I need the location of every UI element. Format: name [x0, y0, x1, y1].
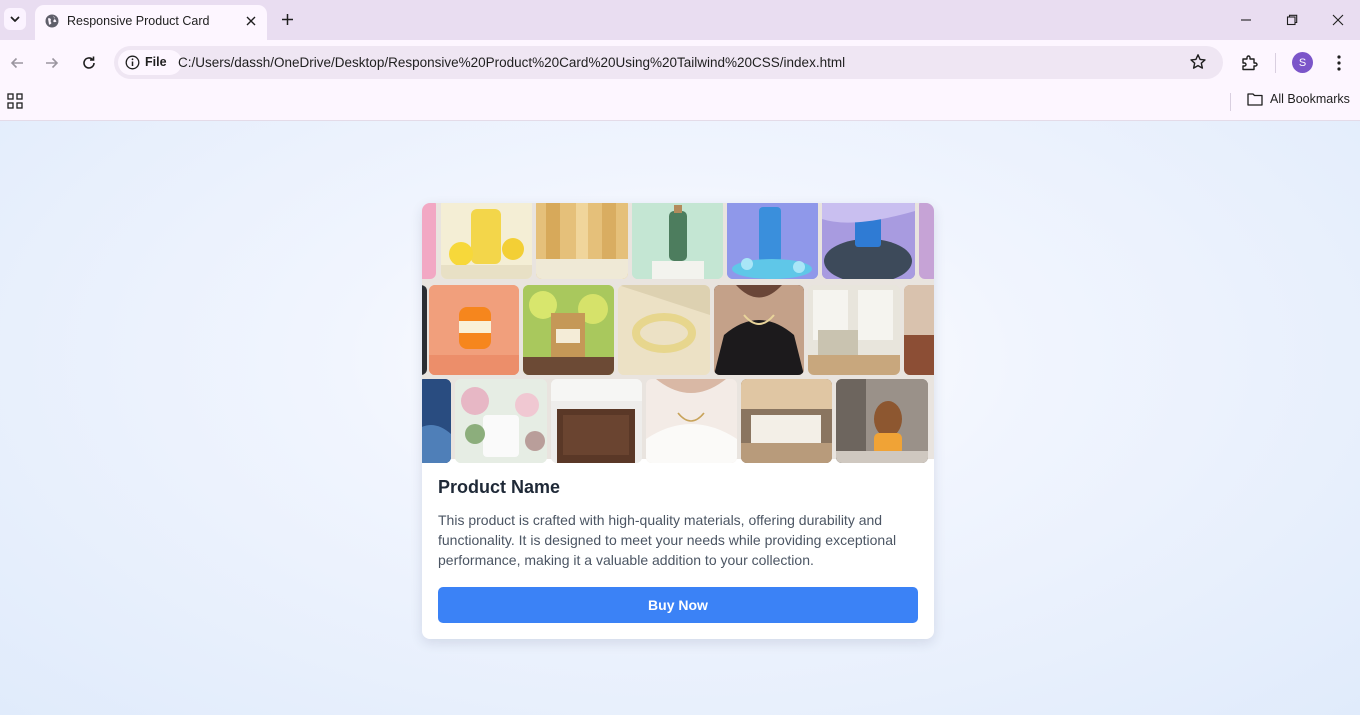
product-description: This product is crafted with high-qualit… [438, 512, 897, 568]
browser-toolbar: File C:/Users/dassh/OneDrive/Desktop/Res… [0, 40, 1360, 85]
profile-avatar[interactable]: S [1292, 52, 1313, 73]
forward-button[interactable] [41, 52, 63, 74]
restore-button[interactable] [1282, 10, 1302, 30]
product-name: Product Name [438, 477, 561, 497]
collage-tile [904, 285, 934, 375]
collage-tile [536, 203, 628, 279]
reload-button[interactable] [78, 52, 100, 74]
collage-tile [822, 203, 915, 279]
close-window-button[interactable] [1328, 10, 1348, 30]
toolbar-divider [1275, 53, 1276, 73]
folder-icon [1247, 93, 1263, 106]
browser-tab[interactable]: Responsive Product Card [35, 5, 267, 40]
product-image [422, 203, 934, 463]
collage-tile [455, 379, 547, 463]
all-bookmarks-label: All Bookmarks [1270, 92, 1350, 106]
tab-close-button[interactable] [242, 12, 260, 30]
chevron-down-icon [10, 16, 20, 22]
reload-icon [83, 56, 95, 69]
collage-tile [429, 285, 519, 375]
collage-tile [836, 379, 928, 463]
collage-tile [632, 203, 723, 279]
extensions-button[interactable] [1238, 52, 1260, 74]
apps-grid-icon[interactable] [7, 93, 23, 109]
all-bookmarks-button[interactable]: All Bookmarks [1247, 92, 1350, 106]
tab-title: Responsive Product Card [67, 14, 210, 28]
buy-now-button[interactable]: Buy Now [438, 587, 918, 623]
url-text[interactable]: C:/Users/dassh/OneDrive/Desktop/Responsi… [178, 55, 845, 70]
arrow-left-icon [10, 57, 23, 69]
info-icon [125, 55, 140, 70]
product-card: Product Name This product is crafted wit… [422, 203, 934, 639]
bookmark-star-icon[interactable] [1189, 53, 1207, 71]
collage-tile [523, 285, 614, 375]
card-body: Product Name This product is crafted wit… [438, 477, 918, 570]
address-bar[interactable]: File C:/Users/dassh/OneDrive/Desktop/Res… [114, 46, 1223, 79]
collage-tile [422, 285, 427, 375]
collage-tile [441, 203, 532, 279]
arrow-right-icon [46, 57, 59, 69]
page-viewport: Product Name This product is crafted wit… [0, 121, 1360, 715]
browser-menu-button[interactable] [1328, 52, 1350, 74]
collage-tile [646, 379, 737, 463]
collage-tile [551, 379, 642, 463]
collage-tile [808, 285, 900, 375]
close-icon [1332, 14, 1344, 26]
minimize-button[interactable] [1236, 10, 1256, 30]
collage-tile [422, 203, 436, 279]
bookmarks-divider [1230, 93, 1231, 111]
more-vertical-icon [1337, 55, 1341, 71]
collage-tile [714, 285, 804, 375]
new-tab-button[interactable] [278, 10, 296, 28]
plus-icon [281, 13, 293, 25]
collage-tile [741, 379, 832, 463]
tab-search-button[interactable] [4, 8, 26, 30]
site-info-chip[interactable]: File [118, 50, 182, 75]
collage-tile [618, 285, 710, 375]
close-icon [246, 16, 256, 26]
collage-tile [919, 203, 934, 279]
globe-icon [45, 14, 59, 28]
minimize-icon [1241, 19, 1251, 21]
collage-tile [727, 203, 818, 279]
tab-strip: Responsive Product Card [0, 0, 1360, 40]
site-info-label: File [145, 55, 167, 69]
back-button[interactable] [6, 52, 28, 74]
restore-icon [1286, 14, 1298, 26]
bookmarks-bar: All Bookmarks [0, 85, 1360, 121]
puzzle-icon [1242, 55, 1258, 71]
collage-tile [422, 379, 451, 463]
